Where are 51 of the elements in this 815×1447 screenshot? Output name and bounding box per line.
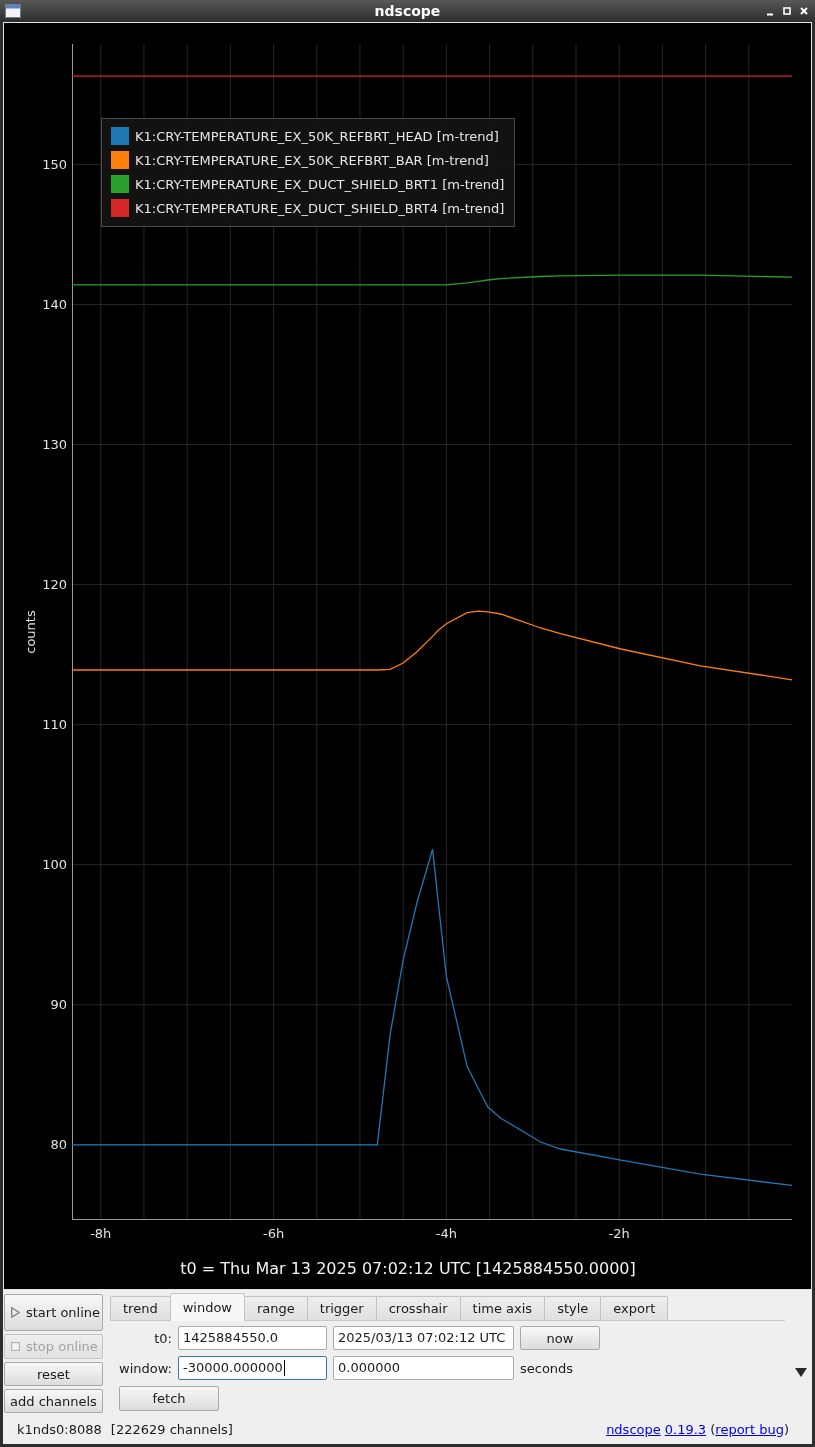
text-field[interactable]: 1425884550.0	[178, 1326, 327, 1350]
y-tick-label: 130	[42, 437, 67, 453]
field-label: t0:	[153, 1330, 172, 1346]
legend-label: K1:CRY-TEMPERATURE_EX_DUCT_SHIELD_BRT1 [m-trend]	[135, 177, 505, 192]
tab[interactable]: crosshair	[375, 1296, 461, 1320]
tab[interactable]: trigger	[306, 1296, 377, 1320]
window-icon	[5, 4, 21, 18]
tab[interactable]: trend	[110, 1296, 171, 1320]
link[interactable]: ndscope	[606, 1421, 661, 1437]
tab[interactable]: range	[244, 1296, 308, 1320]
version-info: ndscope 0.19.3 (report bug)	[606, 1421, 789, 1437]
x-tick-label: -2h	[608, 1225, 630, 1241]
x-tick-label: -8h	[90, 1225, 112, 1241]
maximize-icon[interactable]	[782, 6, 792, 16]
tab[interactable]: style	[544, 1296, 602, 1320]
unit-label: seconds	[520, 1360, 574, 1376]
tab[interactable]: window	[169, 1293, 245, 1321]
x-tick-label: -4h	[435, 1225, 457, 1241]
y-tick-label: 80	[50, 1137, 67, 1153]
text-field[interactable]: 0.000000	[333, 1356, 514, 1380]
window-title: ndscope	[374, 2, 441, 21]
caret-icon[interactable]	[794, 1368, 807, 1377]
fetch-button[interactable]: fetch	[119, 1385, 219, 1411]
y-axis-label: counts	[22, 610, 38, 654]
play-icon	[11, 1307, 20, 1318]
close-icon[interactable]	[799, 6, 809, 16]
x-tick-label: -6h	[263, 1225, 285, 1241]
y-tick-label: 100	[42, 857, 67, 873]
reset-button[interactable]: reset	[4, 1362, 103, 1386]
y-tick-label: 110	[42, 717, 67, 733]
server-label: k1nds0:8088	[17, 1421, 102, 1437]
x-axis-label: t0 = Thu Mar 13 2025 07:02:12 UTC [1425884550.0000]	[180, 1258, 636, 1278]
y-tick-label: 90	[50, 997, 67, 1013]
y-tick-label: 120	[42, 577, 67, 593]
link[interactable]: report bug	[715, 1421, 784, 1437]
y-tick-label: 150	[42, 156, 67, 172]
start-online-button[interactable]: start online	[4, 1294, 103, 1331]
legend-label: K1:CRY-TEMPERATURE_EX_50K_REFBRT_HEAD [m-trend]	[135, 129, 499, 144]
legend-label: K1:CRY-TEMPERATURE_EX_50K_REFBRT_BAR [m-trend]	[135, 153, 489, 168]
channel-count: [222629 channels]	[110, 1421, 233, 1437]
stop-icon	[11, 1342, 20, 1351]
field-label: window:	[118, 1360, 172, 1376]
legend-label: K1:CRY-TEMPERATURE_EX_DUCT_SHIELD_BRT4 [m-trend]	[135, 201, 505, 216]
now-button[interactable]: now	[520, 1326, 600, 1350]
text-field[interactable]: 2025/03/13 07:02:12 UTC	[333, 1326, 514, 1350]
text-field[interactable]: -30000.000000	[178, 1356, 327, 1380]
link[interactable]: 0.19.3	[664, 1421, 707, 1437]
tab[interactable]: time axis	[459, 1296, 546, 1320]
add-channels-button[interactable]: add channels	[4, 1389, 103, 1413]
tab[interactable]: export	[600, 1296, 669, 1320]
y-tick-label: 140	[42, 297, 67, 312]
